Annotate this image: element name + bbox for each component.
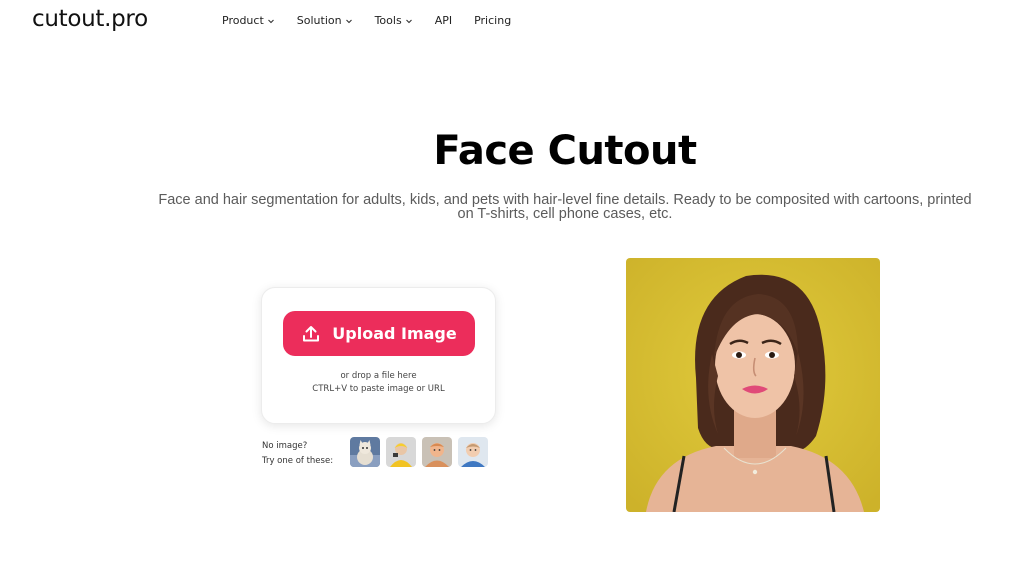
chevron-down-icon — [345, 17, 353, 25]
sample-thumbnail-cat[interactable] — [350, 437, 380, 467]
samples-label: No image? Try one of these: — [262, 439, 333, 469]
nav-item-label: Tools — [374, 14, 402, 27]
page-title: Face Cutout — [433, 128, 697, 174]
drop-hint: or drop a file here CTRL+V to paste imag… — [262, 370, 495, 396]
main-nav: Product Solution Tools API Pricing — [222, 14, 533, 27]
sample-thumbnail-child[interactable] — [386, 437, 416, 467]
drop-hint-line1: or drop a file here — [340, 371, 417, 381]
page-subtitle: Face and hair segmentation for adults, k… — [158, 192, 972, 222]
nav-item-label: Product — [222, 14, 264, 27]
nav-item-label: Pricing — [474, 14, 512, 27]
nav-item-label: Solution — [296, 14, 342, 27]
nav-item-product[interactable]: Product — [222, 14, 275, 27]
drop-hint-line2: CTRL+V to paste image or URL — [312, 384, 445, 394]
brand-logo[interactable]: cutout.pro — [32, 6, 148, 32]
upload-icon — [301, 324, 321, 344]
nav-item-label: API — [434, 14, 453, 27]
chevron-down-icon — [405, 17, 413, 25]
upload-image-button[interactable]: Upload Image — [283, 311, 475, 356]
nav-item-tools[interactable]: Tools — [375, 14, 413, 27]
samples-label-line2: Try one of these: — [262, 456, 334, 466]
preview-image — [626, 258, 880, 512]
sample-thumbnail-baby-tan[interactable] — [422, 437, 452, 467]
nav-item-api[interactable]: API — [435, 14, 452, 27]
sample-images — [350, 437, 494, 467]
upload-button-label: Upload Image — [332, 324, 457, 343]
upload-dropzone[interactable]: Upload Image or drop a file here CTRL+V … — [261, 287, 496, 424]
sample-thumbnail-baby-blue[interactable] — [458, 437, 488, 467]
samples-label-line1: No image? — [262, 441, 308, 451]
nav-item-pricing[interactable]: Pricing — [474, 14, 511, 27]
chevron-down-icon — [267, 17, 275, 25]
nav-item-solution[interactable]: Solution — [297, 14, 353, 27]
